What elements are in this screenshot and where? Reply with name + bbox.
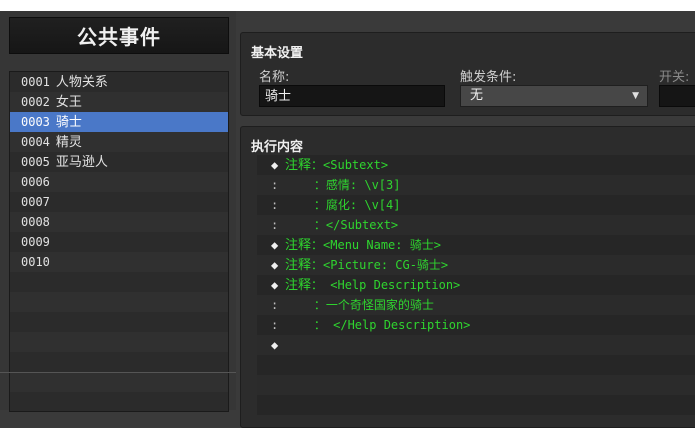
command-text: ：<Picture: CG-骑士> [311, 258, 449, 272]
basic-settings-title: 基本设置 [251, 46, 304, 61]
event-list-empty-row [10, 392, 228, 411]
trigger-label: 触发条件: [460, 70, 517, 85]
command-list[interactable]: ◆ 注释：<Subtext>: ：感情: \v[3]: ：腐化: \v[4]: ：… [257, 155, 695, 415]
switch-label: 开关: [659, 70, 690, 85]
name-label: 名称: [259, 70, 290, 85]
command-row[interactable]: ◆ 注释： <Help Description> [257, 275, 695, 295]
command-text: ：一个奇怪国家的骑士 [313, 298, 434, 312]
event-number: 0003 [21, 115, 50, 129]
event-list-empty-row [10, 312, 228, 332]
command-row[interactable]: ◆ [257, 335, 695, 355]
continuation-marker: : [271, 198, 279, 212]
event-list-empty-row [10, 332, 228, 352]
event-list-item[interactable]: 0006 [10, 172, 228, 192]
event-name: 骑士 [55, 115, 82, 130]
command-text: ：腐化: \v[4] [313, 198, 401, 212]
event-name: 女王 [55, 95, 82, 110]
command-text: ：感情: \v[3] [313, 178, 401, 192]
command-empty-row [257, 375, 695, 395]
event-list-item[interactable]: 0003 骑士 [10, 112, 228, 132]
event-number: 0005 [21, 155, 50, 169]
command-text: ：</Subtext> [313, 218, 399, 232]
trigger-select[interactable]: 无 ▼ [460, 85, 648, 107]
switch-field[interactable] [659, 85, 695, 107]
command-text: ： </Help Description> [313, 318, 471, 332]
diamond-icon: ◆ [271, 258, 279, 272]
command-text: ：<Menu Name: 骑士> [311, 238, 441, 252]
event-list-item[interactable]: 0008 [10, 212, 228, 232]
panel-title: 公共事件 [9, 17, 229, 54]
continuation-marker: : [271, 298, 279, 312]
basic-settings-group: 基本设置 名称: 骑士 触发条件: 无 ▼ 开关: [240, 32, 695, 116]
event-list-item[interactable]: 0005 亚马逊人 [10, 152, 228, 172]
command-text: ： <Help Description> [311, 278, 461, 292]
event-list-empty-row [10, 272, 228, 292]
command-text: ：<Subtext> [311, 158, 389, 172]
command-type: 注释 [285, 258, 312, 273]
event-list[interactable]: 0001 人物关系 0002 女王 0003 骑士 0004 精灵 0005 亚马逊人 0006 00… [9, 71, 229, 412]
top-strip [0, 0, 695, 11]
command-type: 注释 [285, 278, 312, 293]
name-field[interactable]: 骑士 [259, 85, 445, 107]
event-list-item[interactable]: 0009 [10, 232, 228, 252]
diamond-icon: ◆ [271, 158, 279, 172]
continuation-marker: : [271, 178, 279, 192]
event-number: 0001 [21, 75, 50, 89]
event-number: 0002 [21, 95, 50, 109]
command-type: 注释 [285, 158, 312, 173]
contents-title: 执行内容 [251, 140, 304, 155]
event-list-item[interactable]: 0004 精灵 [10, 132, 228, 152]
event-number: 0004 [21, 135, 50, 149]
command-empty-row [257, 395, 695, 415]
event-name: 人物关系 [55, 75, 108, 90]
diamond-icon: ◆ [271, 338, 279, 352]
continuation-marker: : [271, 218, 279, 232]
event-number: 0008 [21, 215, 50, 229]
command-type: 注释 [285, 238, 312, 253]
command-row[interactable]: : ：</Subtext> [257, 215, 695, 235]
event-number: 0007 [21, 195, 50, 209]
event-number: 0009 [21, 235, 50, 249]
event-list-empty-row [10, 372, 228, 392]
event-number: 0010 [21, 255, 50, 269]
diamond-icon: ◆ [271, 238, 279, 252]
command-row[interactable]: : ：一个奇怪国家的骑士 [257, 295, 695, 315]
chevron-down-icon: ▼ [632, 91, 639, 101]
command-row[interactable]: ◆ 注释：<Subtext> [257, 155, 695, 175]
event-list-item[interactable]: 0001 人物关系 [10, 72, 228, 92]
event-number: 0006 [21, 175, 50, 189]
command-row[interactable]: : ：腐化: \v[4] [257, 195, 695, 215]
event-list-item[interactable]: 0007 [10, 192, 228, 212]
command-row[interactable]: : ：感情: \v[3] [257, 175, 695, 195]
event-list-item[interactable]: 0010 [10, 252, 228, 272]
command-row[interactable]: ◆ 注释：<Picture: CG-骑士> [257, 255, 695, 275]
event-list-empty-row [10, 292, 228, 312]
event-list-item[interactable]: 0002 女王 [10, 92, 228, 112]
trigger-value: 无 [470, 88, 484, 103]
command-row[interactable]: ◆ 注释：<Menu Name: 骑士> [257, 235, 695, 255]
divider [0, 372, 236, 373]
contents-group: 执行内容 ◆ 注释：<Subtext>: ：感情: \v[3]: ：腐化: \v[… [240, 126, 695, 428]
command-row[interactable]: : ： </Help Description> [257, 315, 695, 335]
continuation-marker: : [271, 318, 279, 332]
diamond-icon: ◆ [271, 278, 279, 292]
event-list-empty-row [10, 352, 228, 372]
event-name: 精灵 [55, 135, 82, 150]
event-name: 亚马逊人 [55, 155, 108, 170]
command-empty-row [257, 355, 695, 375]
